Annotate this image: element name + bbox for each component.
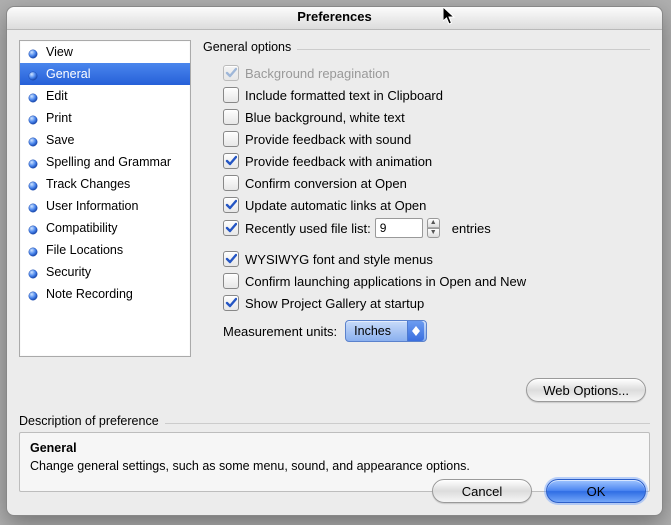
sidebar-item-track-changes[interactable]: Track Changes [20, 173, 190, 195]
option-label: Update automatic links at Open [245, 198, 426, 213]
recent-files-count-input[interactable] [375, 218, 423, 238]
preferences-window: Preferences View General Edit [6, 6, 663, 516]
ok-button[interactable]: OK [546, 479, 646, 503]
wysiwyg-font-and-style-menus-checkbox[interactable] [223, 251, 239, 267]
option-provide-feedback-with-animation: Provide feedback with animation [223, 152, 650, 170]
sidebar-item-compatibility[interactable]: Compatibility [20, 217, 190, 239]
sidebar-bullet-icon [28, 91, 38, 101]
option-label: WYSIWYG font and style menus [245, 252, 433, 267]
include-formatted-text-in-clipboard-checkbox[interactable] [223, 87, 239, 103]
sidebar-item-label: Track Changes [46, 177, 130, 191]
blue-background-white-text-checkbox[interactable] [223, 109, 239, 125]
provide-feedback-with-animation-checkbox[interactable] [223, 153, 239, 169]
sidebar-bullet-icon [28, 201, 38, 211]
category-sidebar: View General Edit Print Save [19, 40, 191, 357]
sidebar-bullet-icon [28, 223, 38, 233]
section-title: General options [203, 40, 297, 54]
description-header: Description of preference [19, 414, 650, 428]
cancel-button[interactable]: Cancel [432, 479, 532, 503]
option-label: Blue background, white text [245, 110, 405, 125]
sidebar-bullet-icon [28, 289, 38, 299]
recent-files-suffix: entries [452, 221, 491, 236]
option-label: Recently used file list: [245, 221, 371, 236]
description-title: General [30, 441, 639, 455]
sidebar-item-label: Print [46, 111, 72, 125]
recently-used-file-list-checkbox[interactable] [223, 220, 239, 236]
sidebar-bullet-icon [28, 267, 38, 277]
section-header: General options [203, 40, 650, 54]
confirm-conversion-at-open-checkbox[interactable] [223, 175, 239, 191]
sidebar-item-label: View [46, 45, 73, 59]
option-wysiwyg-font-and-style-menus: WYSIWYG font and style menus [223, 250, 650, 268]
option-label: Confirm launching applications in Open a… [245, 274, 526, 289]
sidebar-item-label: Edit [46, 89, 68, 103]
option-confirm-launching-applications-in-open-and-new: Confirm launching applications in Open a… [223, 272, 650, 290]
sidebar-item-note-recording[interactable]: Note Recording [20, 283, 190, 305]
option-label: Provide feedback with sound [245, 132, 411, 147]
option-provide-feedback-with-sound: Provide feedback with sound [223, 130, 650, 148]
sidebar-item-print[interactable]: Print [20, 107, 190, 129]
update-automatic-links-at-open-checkbox[interactable] [223, 197, 239, 213]
provide-feedback-with-sound-checkbox[interactable] [223, 131, 239, 147]
description-text: Change general settings, such as some me… [30, 459, 639, 473]
option-label: Show Project Gallery at startup [245, 296, 424, 311]
confirm-launching-applications-in-open-and-new-checkbox[interactable] [223, 273, 239, 289]
sidebar-item-label: Note Recording [46, 287, 133, 301]
sidebar-item-spelling-and-grammar[interactable]: Spelling and Grammar [20, 151, 190, 173]
sidebar-item-save[interactable]: Save [20, 129, 190, 151]
sidebar-item-label: General [46, 67, 90, 81]
sidebar-item-label: Security [46, 265, 91, 279]
sidebar-item-label: Spelling and Grammar [46, 155, 171, 169]
option-background-repagination: Background repagination [223, 64, 650, 82]
option-label: Provide feedback with animation [245, 154, 432, 169]
option-label: Background repagination [245, 66, 390, 81]
web-options-button[interactable]: Web Options... [526, 378, 646, 402]
sidebar-bullet-icon [28, 245, 38, 255]
options-group: Background repagination Include formatte… [203, 64, 650, 342]
sidebar-bullet-icon [28, 179, 38, 189]
sidebar-bullet-icon [28, 69, 38, 79]
recent-files-stepper[interactable]: ▲ ▼ [427, 218, 440, 238]
stepper-down-icon[interactable]: ▼ [427, 228, 440, 238]
measurement-units-select[interactable]: Inches [345, 320, 427, 342]
sidebar-item-label: User Information [46, 199, 138, 213]
option-label: Include formatted text in Clipboard [245, 88, 443, 103]
show-project-gallery-at-startup-checkbox[interactable] [223, 295, 239, 311]
background-repagination-checkbox [223, 65, 239, 81]
general-options-pane: General options Background repagination … [203, 40, 650, 402]
sidebar-item-label: File Locations [46, 243, 123, 257]
select-arrows-icon [407, 321, 424, 341]
option-update-automatic-links-at-open: Update automatic links at Open [223, 196, 650, 214]
sidebar-bullet-icon [28, 47, 38, 57]
sidebar-item-file-locations[interactable]: File Locations [20, 239, 190, 261]
option-include-formatted-text-in-clipboard: Include formatted text in Clipboard [223, 86, 650, 104]
stepper-up-icon[interactable]: ▲ [427, 218, 440, 228]
sidebar-item-user-information[interactable]: User Information [20, 195, 190, 217]
measurement-units-value: Inches [354, 324, 391, 338]
measurement-units-label: Measurement units: [223, 324, 337, 339]
dialog-footer: Cancel OK [432, 479, 646, 503]
sidebar-item-view[interactable]: View [20, 41, 190, 63]
sidebar-bullet-icon [28, 135, 38, 145]
sidebar-item-edit[interactable]: Edit [20, 85, 190, 107]
option-label: Confirm conversion at Open [245, 176, 407, 191]
option-show-project-gallery-at-startup: Show Project Gallery at startup [223, 294, 650, 312]
option-confirm-conversion-at-open: Confirm conversion at Open [223, 174, 650, 192]
description-header-label: Description of preference [19, 414, 165, 428]
sidebar-item-security[interactable]: Security [20, 261, 190, 283]
window-title: Preferences [7, 7, 662, 30]
sidebar-item-general[interactable]: General [20, 63, 190, 85]
sidebar-bullet-icon [28, 157, 38, 167]
option-recently-used-file-list: Recently used file list: ▲ ▼ entries [223, 218, 650, 238]
option-blue-background-white-text: Blue background, white text [223, 108, 650, 126]
sidebar-item-label: Compatibility [46, 221, 118, 235]
sidebar-bullet-icon [28, 113, 38, 123]
measurement-units-row: Measurement units: Inches [223, 320, 650, 342]
sidebar-item-label: Save [46, 133, 75, 147]
